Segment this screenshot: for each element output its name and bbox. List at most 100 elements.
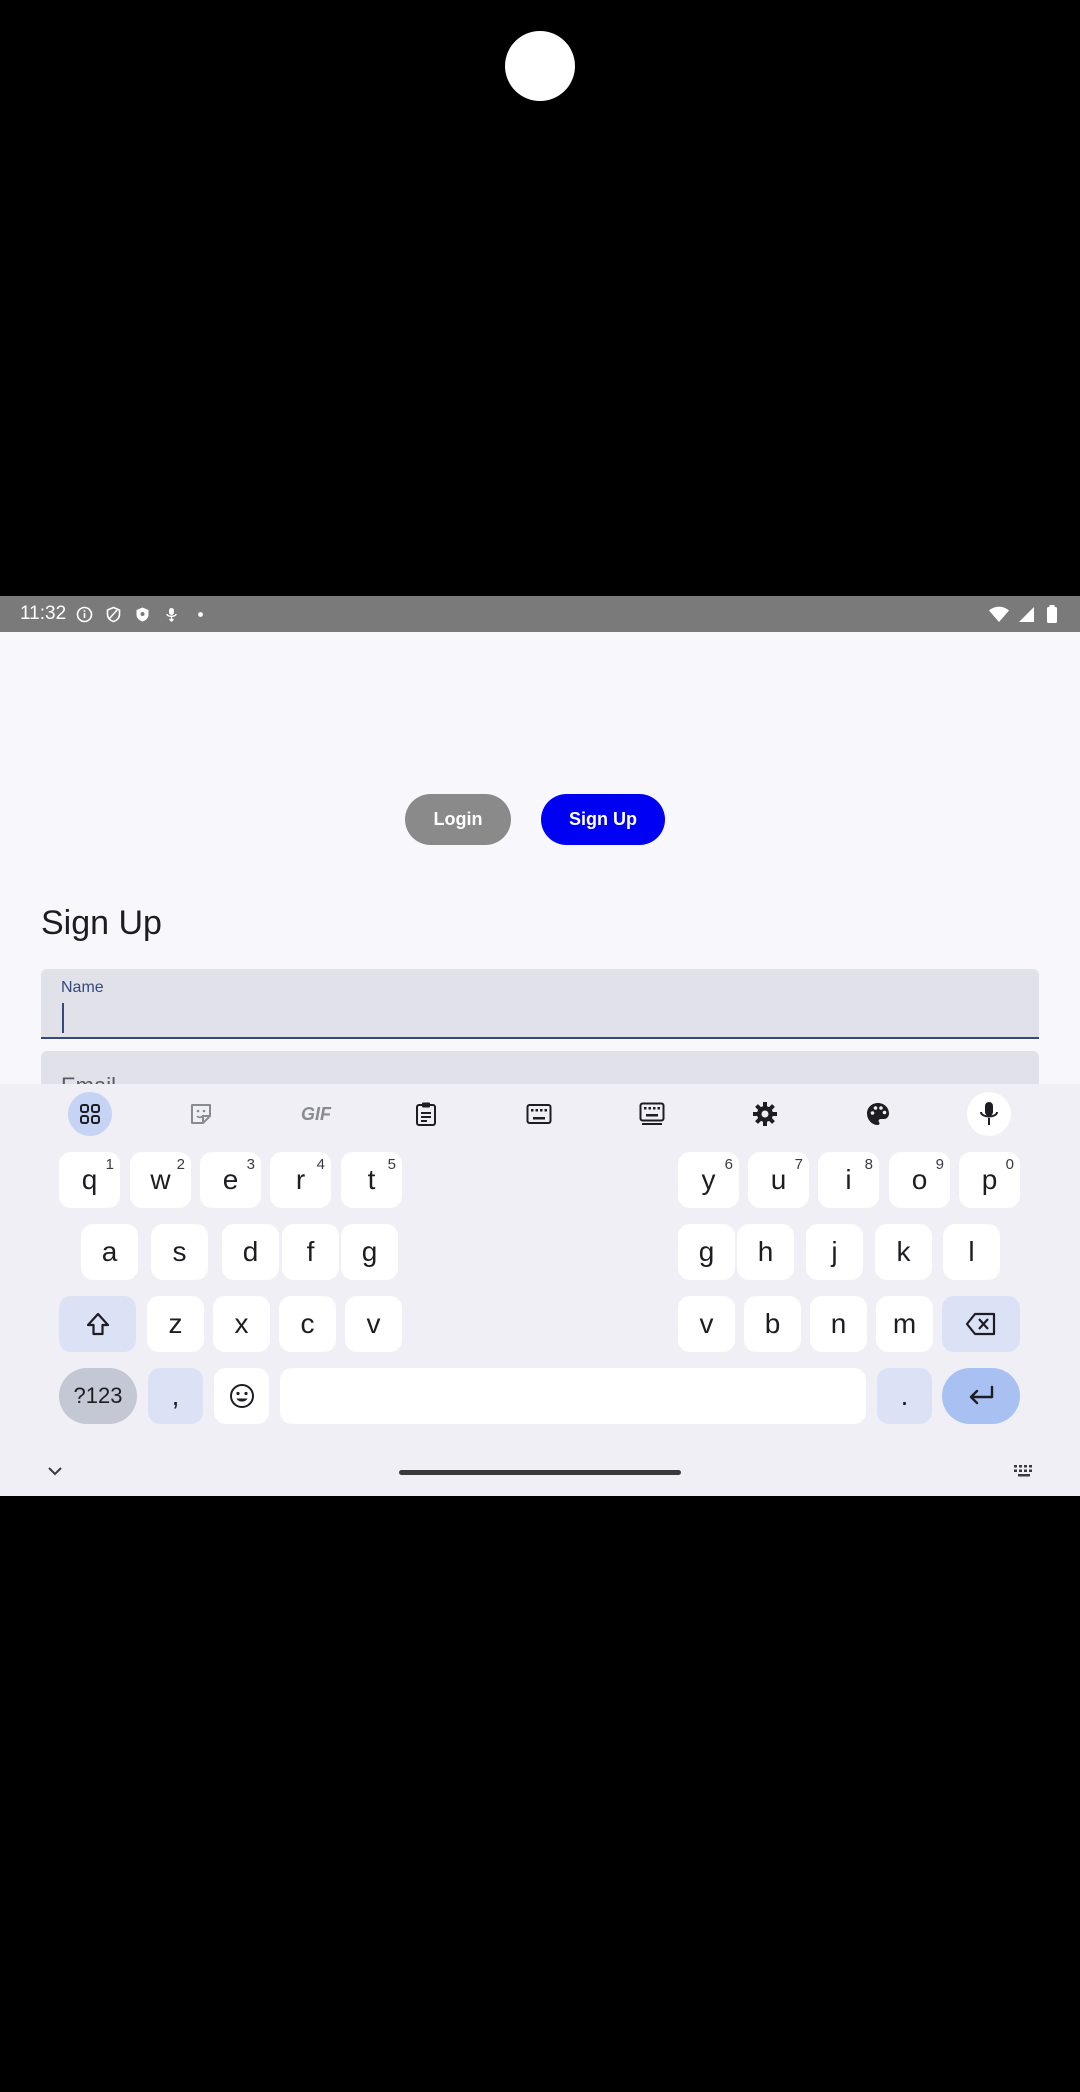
key-p[interactable]: p0 <box>959 1152 1020 1208</box>
key-label: u <box>770 1164 787 1195</box>
space-key[interactable] <box>280 1368 866 1424</box>
key-hint: 5 <box>387 1156 396 1173</box>
key-label: y <box>701 1164 716 1195</box>
key-l[interactable]: l <box>943 1224 1000 1280</box>
signup-button[interactable]: Sign Up <box>541 794 665 845</box>
key-s[interactable]: s <box>151 1224 208 1280</box>
key-i[interactable]: i8 <box>818 1152 879 1208</box>
name-field[interactable]: Name <box>41 969 1039 1039</box>
key-label: p <box>981 1164 998 1195</box>
clipboard-icon[interactable] <box>404 1092 448 1136</box>
key-label: v <box>699 1308 714 1339</box>
dot-icon <box>192 606 209 623</box>
gif-icon[interactable]: GIF <box>291 1092 341 1136</box>
auth-toggle: Login Sign Up <box>0 794 1080 845</box>
key-label: f <box>306 1236 315 1267</box>
key-f[interactable]: f <box>282 1224 339 1280</box>
key-label: o <box>911 1164 928 1195</box>
key-label: r <box>295 1164 306 1195</box>
mic-icon[interactable] <box>967 1092 1011 1136</box>
front-camera <box>505 31 575 101</box>
key-o[interactable]: o9 <box>889 1152 950 1208</box>
key-hint: 9 <box>935 1156 944 1173</box>
key-label: t <box>367 1164 376 1195</box>
keyboard-icon[interactable] <box>517 1092 561 1136</box>
key-u[interactable]: u7 <box>748 1152 809 1208</box>
key-m[interactable]: m <box>876 1296 933 1352</box>
key-label: e <box>222 1164 239 1195</box>
sticker-icon[interactable] <box>179 1092 223 1136</box>
key-r[interactable]: r4 <box>270 1152 331 1208</box>
key-hint: 3 <box>246 1156 255 1173</box>
key-d[interactable]: d <box>222 1224 279 1280</box>
key-g[interactable]: g <box>678 1224 735 1280</box>
key-g[interactable]: g <box>341 1224 398 1280</box>
comma-key[interactable]: , <box>148 1368 203 1424</box>
keyboard-toolbar: GIF <box>0 1084 1080 1144</box>
chevron-down-icon[interactable] <box>44 1460 66 1487</box>
keyboard-split-icon[interactable] <box>630 1092 674 1136</box>
key-n[interactable]: n <box>810 1296 867 1352</box>
key-label: j <box>831 1236 838 1267</box>
gif-label: GIF <box>301 1103 331 1124</box>
page-title: Sign Up <box>41 904 162 942</box>
wifi-icon <box>988 606 1010 623</box>
gear-icon[interactable] <box>743 1092 787 1136</box>
key-label: z <box>168 1308 183 1339</box>
key-label: n <box>830 1308 847 1339</box>
apps-grid-icon[interactable] <box>68 1092 112 1136</box>
device-frame: 11:32 Login Sign Up Sign Up Name GIF q 1… <box>0 0 1080 2092</box>
key-c[interactable]: c <box>279 1296 336 1352</box>
key-hint: 6 <box>724 1156 733 1173</box>
key-b[interactable]: b <box>744 1296 801 1352</box>
key-w[interactable]: w2 <box>130 1152 191 1208</box>
symbols-key[interactable]: ?123 <box>59 1368 137 1424</box>
keyboard-switch-icon[interactable] <box>1013 1462 1035 1485</box>
emoji-key[interactable] <box>214 1368 269 1424</box>
key-k[interactable]: k <box>875 1224 932 1280</box>
key-hint: 4 <box>316 1156 325 1173</box>
key-q[interactable]: q1 <box>59 1152 120 1208</box>
name-field-label: Name <box>61 979 104 996</box>
key-a[interactable]: a <box>81 1224 138 1280</box>
key-hint: 8 <box>864 1156 873 1173</box>
text-cursor <box>62 1003 64 1033</box>
key-label: l <box>968 1236 975 1267</box>
key-v[interactable]: v <box>678 1296 735 1352</box>
mic-download-icon <box>163 606 180 623</box>
key-label: i <box>845 1164 852 1195</box>
key-label: w <box>150 1164 171 1195</box>
enter-key[interactable] <box>942 1368 1020 1424</box>
key-label: a <box>101 1236 118 1267</box>
period-key[interactable]: . <box>877 1368 932 1424</box>
key-label: g <box>698 1236 715 1267</box>
shield-filled-icon <box>134 606 151 623</box>
key-label: h <box>757 1236 774 1267</box>
key-label: s <box>172 1236 187 1267</box>
key-e[interactable]: e3 <box>200 1152 261 1208</box>
palette-icon[interactable] <box>856 1092 900 1136</box>
key-label: m <box>892 1308 917 1339</box>
key-t[interactable]: t5 <box>341 1152 402 1208</box>
key-y[interactable]: y6 <box>678 1152 739 1208</box>
key-label: x <box>234 1308 249 1339</box>
shift-key[interactable] <box>59 1296 136 1352</box>
key-v[interactable]: v <box>345 1296 402 1352</box>
backspace-key[interactable] <box>942 1296 1020 1352</box>
key-j[interactable]: j <box>806 1224 863 1280</box>
login-button[interactable]: Login <box>405 794 511 845</box>
key-label: d <box>242 1236 259 1267</box>
shield-outline-icon <box>105 606 122 623</box>
key-label: c <box>300 1308 315 1339</box>
key-z[interactable]: z <box>147 1296 204 1352</box>
key-x[interactable]: x <box>213 1296 270 1352</box>
key-hint: 2 <box>176 1156 185 1173</box>
key-hint: 0 <box>1005 1156 1014 1173</box>
app-screen: 11:32 Login Sign Up Sign Up Name GIF q 1… <box>0 596 1080 1496</box>
key-label: b <box>764 1308 781 1339</box>
key-hint: 7 <box>794 1156 803 1173</box>
home-indicator[interactable] <box>399 1470 681 1475</box>
status-bar: 11:32 <box>0 596 1080 632</box>
key-h[interactable]: h <box>737 1224 794 1280</box>
key-label: k <box>896 1236 911 1267</box>
